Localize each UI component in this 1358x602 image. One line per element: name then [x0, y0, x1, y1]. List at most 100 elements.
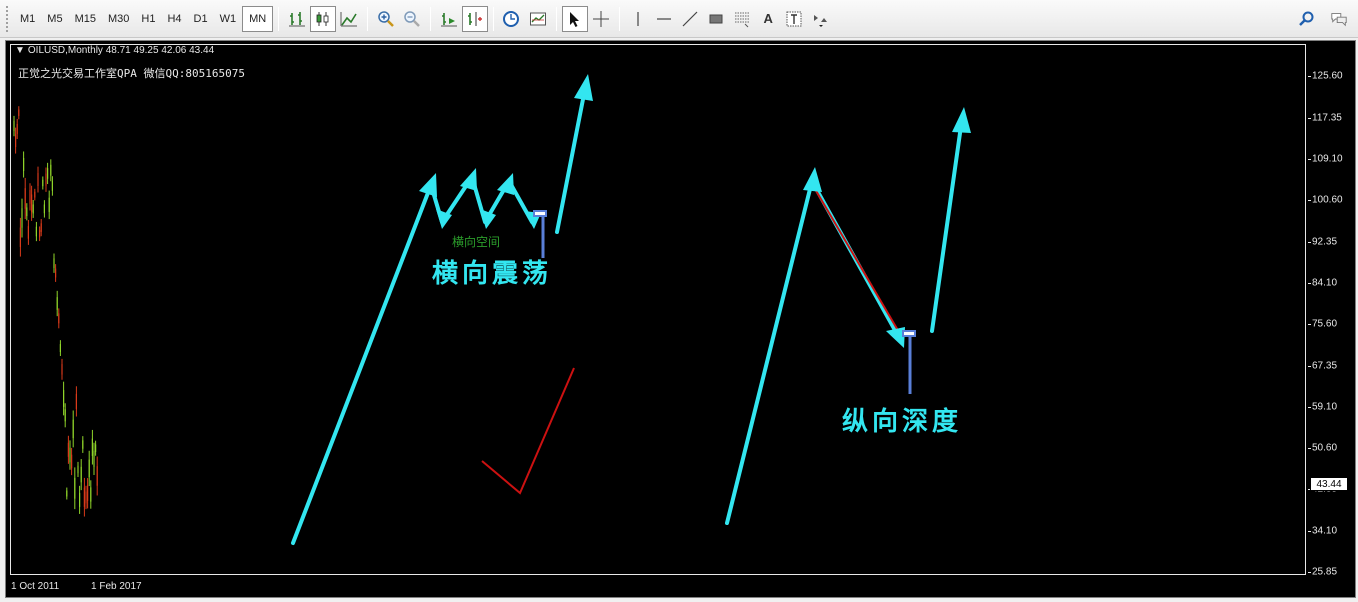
current-price-badge: 43.44 — [1310, 477, 1348, 491]
trendline-icon[interactable] — [677, 6, 703, 32]
red-line-right — [815, 189, 903, 339]
price-label: 59.10 — [1312, 402, 1337, 413]
candle-body — [66, 491, 67, 497]
candle-body — [34, 192, 35, 198]
candle-body — [39, 230, 40, 237]
timeframe-d1-button[interactable]: D1 — [188, 6, 214, 32]
arrowhead — [460, 168, 477, 191]
second-uptrend-arrow-line — [727, 181, 812, 523]
candle-body — [79, 493, 80, 507]
candle-body — [20, 228, 21, 247]
templates-icon[interactable] — [525, 6, 551, 32]
candle-body — [31, 195, 32, 213]
blue-marker-right — [903, 331, 915, 394]
horizontal-oscillation-label: 横向震荡 — [432, 253, 552, 290]
chart-shift-icon[interactable] — [462, 6, 488, 32]
candle-body — [29, 190, 30, 204]
timeframe-m15-button[interactable]: M15 — [69, 6, 102, 32]
candle-body — [85, 492, 86, 504]
candle-body — [65, 409, 66, 421]
price-label: 100.60 — [1312, 195, 1343, 206]
vertical-line-icon[interactable] — [625, 6, 651, 32]
price-label: 25.85 — [1312, 567, 1337, 578]
toolbar-separator — [278, 7, 279, 31]
toolbar-separator — [430, 7, 431, 31]
horizontal-line-icon[interactable] — [651, 6, 677, 32]
arrowhead — [574, 74, 593, 101]
candle-body — [68, 443, 69, 457]
timeframe-h4-button[interactable]: H4 — [161, 6, 187, 32]
arrows-dropdown-icon[interactable] — [807, 6, 833, 32]
timeframe-m30-button[interactable]: M30 — [102, 6, 135, 32]
price-axis[interactable]: 125.60 117.35 109.10 100.60 92.35 84.10 … — [1308, 41, 1356, 599]
candle-body — [57, 297, 58, 310]
price-label: 109.10 — [1312, 154, 1343, 165]
price-label: 84.10 — [1312, 278, 1337, 289]
price-candles — [13, 106, 97, 516]
candle-body — [26, 207, 27, 216]
candle-body — [55, 269, 56, 278]
toolbar-separator — [619, 7, 620, 31]
price-label: 75.60 — [1312, 319, 1337, 330]
candle-body — [87, 486, 88, 501]
toolbar: M1 M5 M15 M30 H1 H4 D1 W1 MN A — [0, 0, 1358, 38]
candle-body — [77, 466, 78, 474]
periods-clock-icon[interactable] — [499, 6, 525, 32]
candle-body — [61, 364, 62, 374]
red-line-left — [482, 368, 574, 493]
candle-body — [81, 467, 82, 483]
candle-body — [90, 487, 91, 501]
time-label: 1 Feb 2017 — [91, 581, 142, 592]
candle-body — [44, 205, 45, 214]
price-label: 67.35 — [1312, 361, 1337, 372]
candle-body — [93, 451, 94, 467]
zoom-in-icon[interactable] — [373, 6, 399, 32]
crosshair-icon[interactable] — [588, 6, 614, 32]
candle-body — [15, 134, 16, 147]
candle-body — [49, 198, 50, 212]
toolbar-separator — [556, 7, 557, 31]
rectangle-icon[interactable] — [703, 6, 729, 32]
candle-body — [53, 258, 54, 268]
chart-drawing — [6, 41, 1357, 599]
arrowhead — [952, 107, 971, 133]
candle-body — [28, 226, 29, 238]
text-tool-icon[interactable]: A — [755, 6, 781, 32]
fibonacci-icon[interactable] — [729, 6, 755, 32]
chat-icon[interactable] — [1326, 6, 1352, 32]
vertical-depth-label: 纵向深度 — [842, 401, 962, 438]
candle-body — [21, 208, 22, 227]
candle-body — [73, 420, 74, 438]
candle-body — [42, 180, 43, 187]
candle-body — [36, 227, 37, 237]
timeframe-h1-button[interactable]: H1 — [135, 6, 161, 32]
price-label: 117.35 — [1312, 113, 1342, 124]
toolbar-right — [1294, 6, 1352, 32]
toolbar-separator — [367, 7, 368, 31]
search-icon[interactable] — [1294, 6, 1320, 32]
price-label: 50.60 — [1312, 443, 1337, 454]
zoom-out-icon[interactable] — [399, 6, 425, 32]
candlestick-chart-icon[interactable] — [310, 6, 336, 32]
candle-body — [97, 466, 98, 485]
chart-window[interactable]: ▼ OILUSD,Monthly 48.71 49.25 42.06 43.44 … — [5, 40, 1356, 598]
long-uptrend-arrow-line — [293, 185, 431, 543]
auto-scroll-icon[interactable] — [436, 6, 462, 32]
bar-chart-icon[interactable] — [284, 6, 310, 32]
timeframe-mn-button[interactable]: MN — [242, 6, 273, 32]
timeframe-m5-button[interactable]: M5 — [41, 6, 68, 32]
toolbar-grip[interactable] — [6, 6, 10, 32]
candle-body — [60, 344, 61, 352]
price-label: 34.10 — [1312, 526, 1337, 537]
candle-body — [41, 223, 42, 232]
final-breakout-arrow-line — [932, 119, 962, 331]
candle-body — [92, 439, 93, 456]
candle-body — [23, 158, 24, 171]
text-label-icon[interactable] — [781, 6, 807, 32]
cursor-arrow-icon[interactable] — [562, 6, 588, 32]
candle-body — [58, 313, 59, 323]
timeframe-m1-button[interactable]: M1 — [14, 6, 41, 32]
timeframe-w1-button[interactable]: W1 — [214, 6, 243, 32]
candle-body — [25, 188, 26, 209]
line-chart-icon[interactable] — [336, 6, 362, 32]
